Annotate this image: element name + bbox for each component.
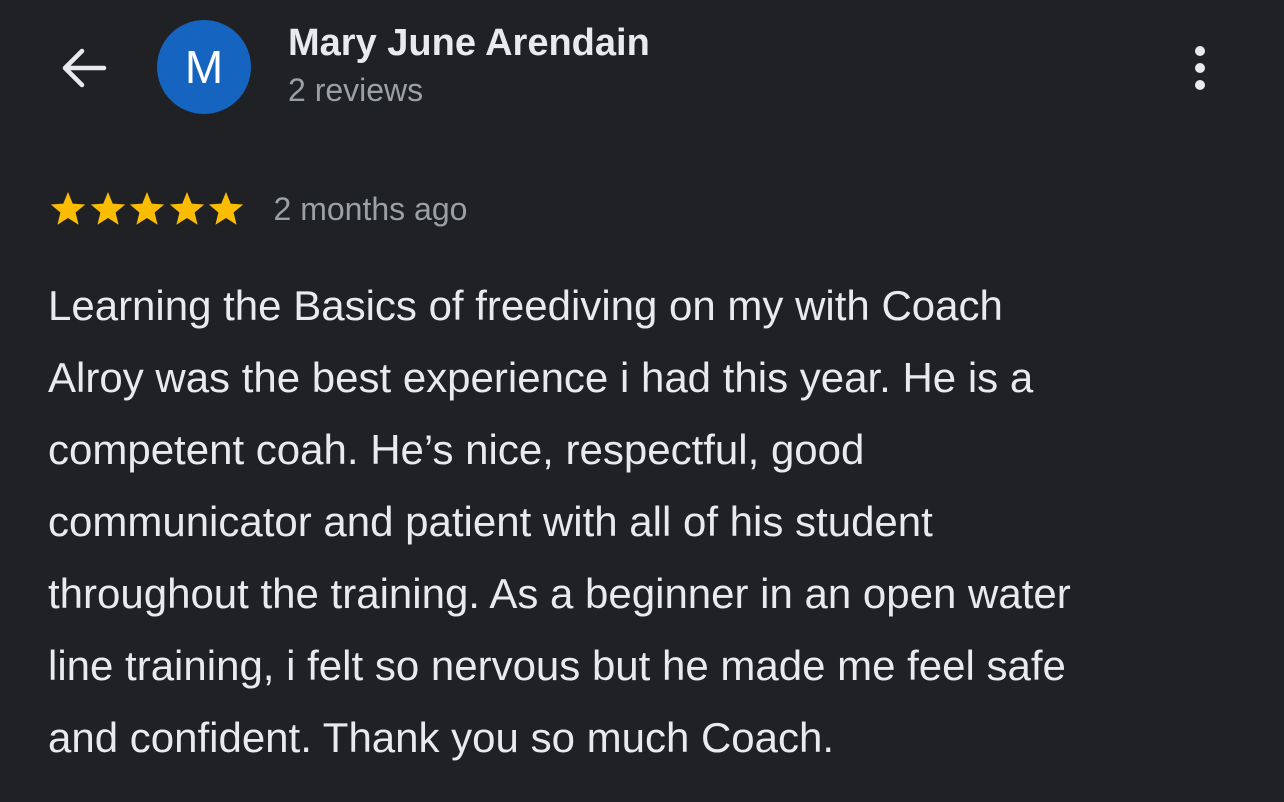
back-button[interactable]: [56, 42, 112, 94]
rating-row: 2 months ago: [48, 186, 467, 232]
star-icon: [169, 192, 204, 225]
more-vertical-icon-dot: [1195, 63, 1205, 73]
star-rating: [48, 189, 246, 229]
star-icon: [129, 192, 165, 225]
review-text-line: competent coah. He’s nice, respectful, g…: [48, 426, 865, 473]
review-text: Learning the Basics of freediving on my …: [48, 270, 1258, 774]
more-options-button[interactable]: [1176, 38, 1224, 98]
review-count: 2 reviews: [288, 72, 424, 108]
arrow-left-icon: [62, 48, 107, 88]
star-icon: [50, 192, 86, 225]
more-vertical-icon: [1195, 46, 1205, 56]
review-text-line: communicator and patient with all of his…: [48, 498, 933, 545]
review-text-line: Learning the Basics of freediving on my …: [48, 282, 1003, 329]
review-date: 2 months ago: [273, 190, 468, 227]
review-text-line: throughout the training. As a beginner i…: [48, 570, 1071, 617]
review-text-line: and confident. Thank you so much Coach.: [48, 714, 835, 761]
reviewer-name[interactable]: Mary June Arendain: [288, 22, 650, 65]
review-text-line: line training, i felt so nervous but he …: [48, 642, 1066, 689]
star-icon: [208, 192, 244, 225]
more-vertical-icon-dot: [1195, 80, 1205, 90]
avatar[interactable]: M: [157, 20, 251, 114]
review-text-line: Alroy was the best experience i had this…: [48, 354, 1034, 401]
star-icon: [90, 192, 125, 225]
